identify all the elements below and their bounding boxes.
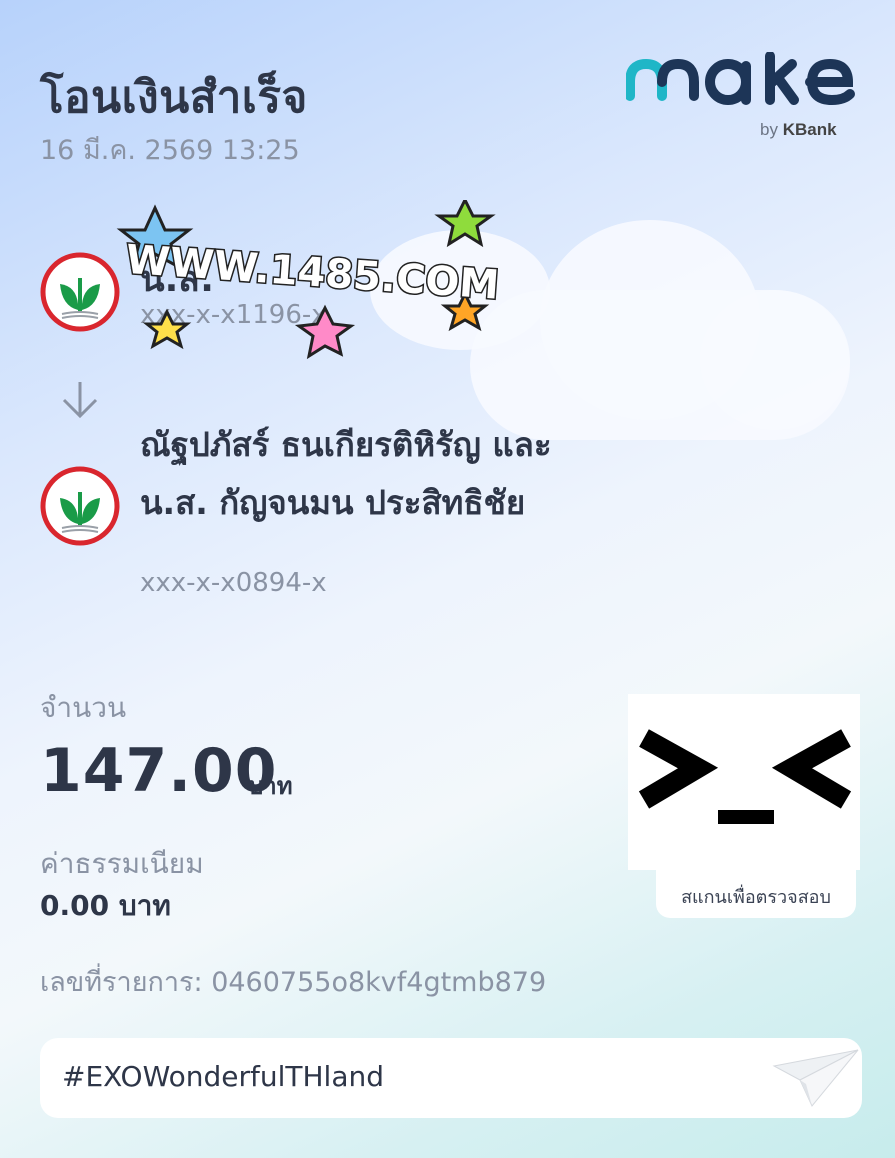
receiver-name: ณัฐปภัสร์ ธนเกียรติหิรัญ และ น.ส. กัญจนม… <box>140 425 552 522</box>
kbank-logo-icon <box>40 466 120 546</box>
amount-unit: บาท <box>248 772 293 800</box>
note-field: #EXOWonderfulTHland <box>40 1038 862 1118</box>
kbank-logo-icon <box>40 252 120 332</box>
amount-label: จำนวน <box>40 691 127 724</box>
qr-caption-box: สแกนเพื่อตรวจสอบ <box>656 868 856 918</box>
sticker-text: WWW.1485.COM <box>124 237 500 309</box>
arrow-down-icon <box>62 382 98 419</box>
qr-caption: สแกนเพื่อตรวจสอบ <box>681 887 831 908</box>
watermark-sticker: WWW.1485.COM <box>116 200 502 360</box>
transaction-reference: เลขที่รายการ: 0460755o8kvf4gtmb879 <box>40 967 547 998</box>
transaction-datetime: 16 มี.ค. 2569 13:25 <box>40 135 300 166</box>
receiver-account: xxx-x-x0894-x <box>140 568 327 598</box>
background-cloud <box>700 290 850 430</box>
face-sticker-icon <box>638 729 852 824</box>
paper-plane-icon <box>772 1049 859 1107</box>
fee-label: ค่าธรรมเนียม <box>40 847 204 880</box>
logo-by-kbank: by KBank <box>760 120 837 139</box>
amount-value: 147.00 <box>40 736 278 806</box>
qr-code[interactable] <box>628 694 860 870</box>
note-text: #EXOWonderfulTHland <box>62 1060 385 1093</box>
page-title: โอนเงินสำเร็จ <box>40 72 308 123</box>
fee-value: 0.00 บาท <box>40 889 171 922</box>
